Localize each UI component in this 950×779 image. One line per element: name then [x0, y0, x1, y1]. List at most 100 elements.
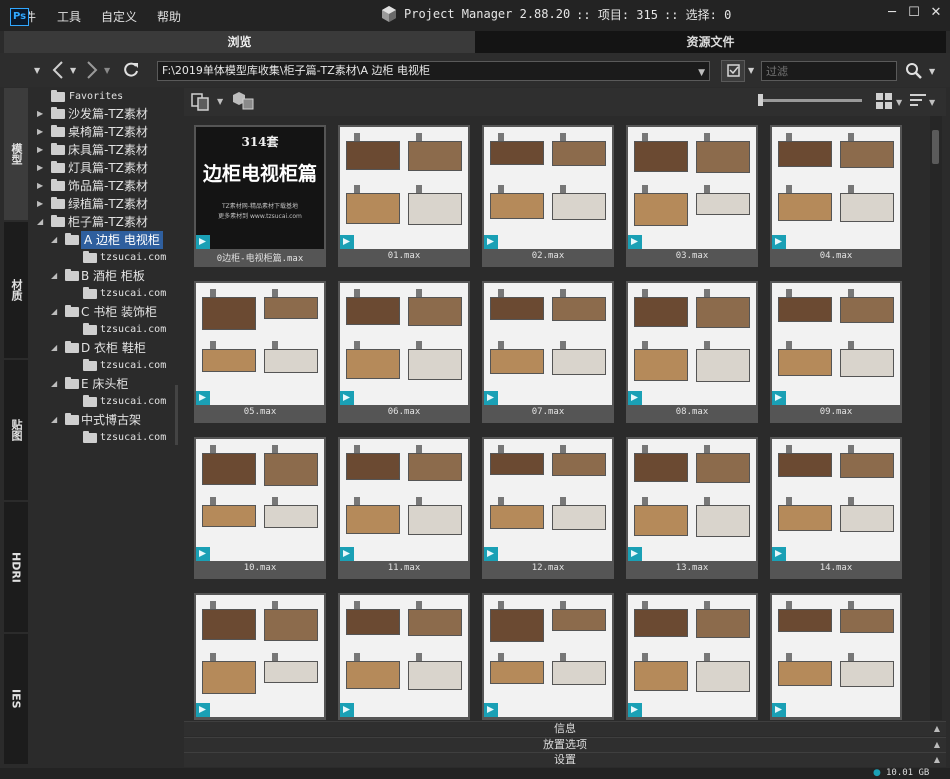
back-dropdown-icon[interactable]: ▼: [70, 66, 76, 75]
slider-handle[interactable]: [758, 94, 763, 106]
thumbnail-item[interactable]: 19: [770, 593, 902, 720]
collapse-icon[interactable]: ◢: [51, 303, 57, 321]
decor-shape: [416, 185, 422, 193]
furniture-shape: [840, 609, 894, 633]
search-icon[interactable]: [905, 62, 923, 80]
filter-input[interactable]: [761, 61, 897, 81]
scrollbar-thumb[interactable]: [932, 130, 939, 164]
collapse-icon[interactable]: ◢: [51, 375, 57, 393]
furniture-shape: [696, 349, 750, 382]
thumbnail-item[interactable]: 17: [482, 593, 614, 720]
view-dropdown-icon[interactable]: ▼: [896, 98, 902, 107]
sidetab-materials[interactable]: 材质: [4, 222, 28, 358]
path-dropdown-icon[interactable]: ▼: [698, 65, 705, 80]
sync-icon[interactable]: [190, 90, 214, 112]
thumbnail-item[interactable]: 10.max: [194, 437, 326, 579]
collapse-icon[interactable]: ◢: [37, 213, 43, 231]
thumbnail-image: [196, 439, 324, 561]
photoshop-icon[interactable]: Ps: [10, 8, 29, 26]
path-field[interactable]: F:\2019单体模型库收集\柜子篇-TZ素材\A 边柜 电视柜 ▼: [157, 61, 710, 81]
search-dropdown-icon[interactable]: ▼: [929, 67, 935, 76]
decor-shape: [210, 289, 216, 297]
furniture-shape: [634, 141, 688, 172]
grid-scrollbar[interactable]: [930, 116, 942, 720]
sidetab-models[interactable]: 模型: [4, 88, 28, 220]
thumbnail-image: [772, 439, 900, 561]
forward-dropdown-icon[interactable]: ▼: [104, 66, 110, 75]
tab-assets[interactable]: 资源文件: [475, 31, 946, 53]
ps-dropdown-icon[interactable]: ▼: [34, 66, 40, 75]
thumbnail-item[interactable]: 14.max: [770, 437, 902, 579]
thumbnail-item[interactable]: 05.max: [194, 281, 326, 423]
thumbnail-item[interactable]: 16: [338, 593, 470, 720]
collapse-icon[interactable]: ◢: [51, 267, 57, 285]
furniture-shape: [778, 505, 832, 531]
expand-icon[interactable]: ▶: [37, 177, 43, 195]
max-file-icon: [772, 235, 786, 249]
tree-splitter-handle[interactable]: [175, 385, 178, 445]
sort-dropdown-icon[interactable]: ▼: [929, 98, 935, 107]
thumbnail-item[interactable]: 04.max: [770, 125, 902, 267]
panel-info[interactable]: 信息 ▲: [184, 721, 946, 736]
decor-shape: [786, 341, 792, 349]
thumbnail-item[interactable]: 18: [626, 593, 758, 720]
thumbnail-item[interactable]: 09.max: [770, 281, 902, 423]
panel-expand-icon[interactable]: ▲: [934, 753, 940, 767]
minimize-icon[interactable]: ─: [883, 4, 901, 22]
furniture-shape: [202, 661, 256, 694]
forward-icon[interactable]: [84, 60, 100, 80]
thumbnail-item[interactable]: 03.max: [626, 125, 758, 267]
menu-customize[interactable]: 自定义: [101, 8, 137, 25]
panel-expand-icon[interactable]: ▲: [934, 738, 940, 752]
sort-icon[interactable]: [910, 93, 928, 109]
furniture-shape: [840, 453, 894, 478]
menu-tools[interactable]: 工具: [57, 8, 81, 25]
expand-icon[interactable]: ▶: [37, 159, 43, 177]
panel-settings[interactable]: 设置 ▲: [184, 752, 946, 767]
collapse-icon[interactable]: ◢: [51, 411, 57, 429]
expand-icon[interactable]: ▶: [37, 105, 43, 123]
furniture-shape: [840, 141, 894, 168]
back-icon[interactable]: [50, 60, 66, 80]
thumbnail-item[interactable]: 08.max: [626, 281, 758, 423]
grid-view-icon[interactable]: [876, 93, 892, 109]
tab-browse[interactable]: 浏览: [4, 31, 475, 53]
menu-help[interactable]: 帮助: [157, 8, 181, 25]
furniture-shape: [346, 349, 400, 379]
asset-cube-icon[interactable]: [233, 90, 255, 112]
thumbnail-item[interactable]: 11.max: [338, 437, 470, 579]
filter-mode-dropdown-icon[interactable]: ▼: [748, 66, 754, 75]
expand-icon[interactable]: ▶: [37, 123, 43, 141]
furniture-shape: [202, 453, 256, 485]
decor-shape: [560, 601, 566, 609]
thumbnail-item[interactable]: 15: [194, 593, 326, 720]
thumbnail-size-slider[interactable]: [758, 99, 862, 102]
sidetab-hdri[interactable]: HDRI: [4, 502, 28, 632]
thumbnail-item[interactable]: 06.max: [338, 281, 470, 423]
sidetab-ies[interactable]: IES: [4, 634, 28, 764]
close-icon[interactable]: ✕: [927, 4, 945, 22]
panel-expand-icon[interactable]: ▲: [934, 722, 940, 736]
thumbnail-item[interactable]: 01.max: [338, 125, 470, 267]
collapse-icon[interactable]: ◢: [51, 231, 57, 249]
thumbnail-caption: 06.max: [387, 407, 421, 417]
thumbnail-item[interactable]: 12.max: [482, 437, 614, 579]
filter-mode-button[interactable]: [721, 60, 745, 82]
furniture-shape: [490, 349, 544, 374]
thumbnail-item[interactable]: 02.max: [482, 125, 614, 267]
thumbnail-item[interactable]: 13.max: [626, 437, 758, 579]
maximize-icon[interactable]: ☐: [905, 4, 923, 22]
thumbnail-image: [772, 283, 900, 405]
panel-placement[interactable]: 放置选项 ▲: [184, 737, 946, 752]
expand-icon[interactable]: ▶: [37, 195, 43, 213]
folder-icon: [51, 125, 65, 137]
sidetab-textures[interactable]: 贴图: [4, 360, 28, 500]
refresh-icon[interactable]: [122, 61, 140, 79]
thumbnail-item[interactable]: 314套 边柜电视柜篇 TZ素材网-精品素材下载基地 更多素材到 www.tzsuca…: [194, 125, 326, 267]
decor-shape: [848, 497, 854, 505]
thumbnail-item[interactable]: 07.max: [482, 281, 614, 423]
expand-icon[interactable]: ▶: [37, 141, 43, 159]
furniture-shape: [696, 297, 750, 328]
sync-dropdown-icon[interactable]: ▼: [217, 97, 223, 106]
collapse-icon[interactable]: ◢: [51, 339, 57, 357]
